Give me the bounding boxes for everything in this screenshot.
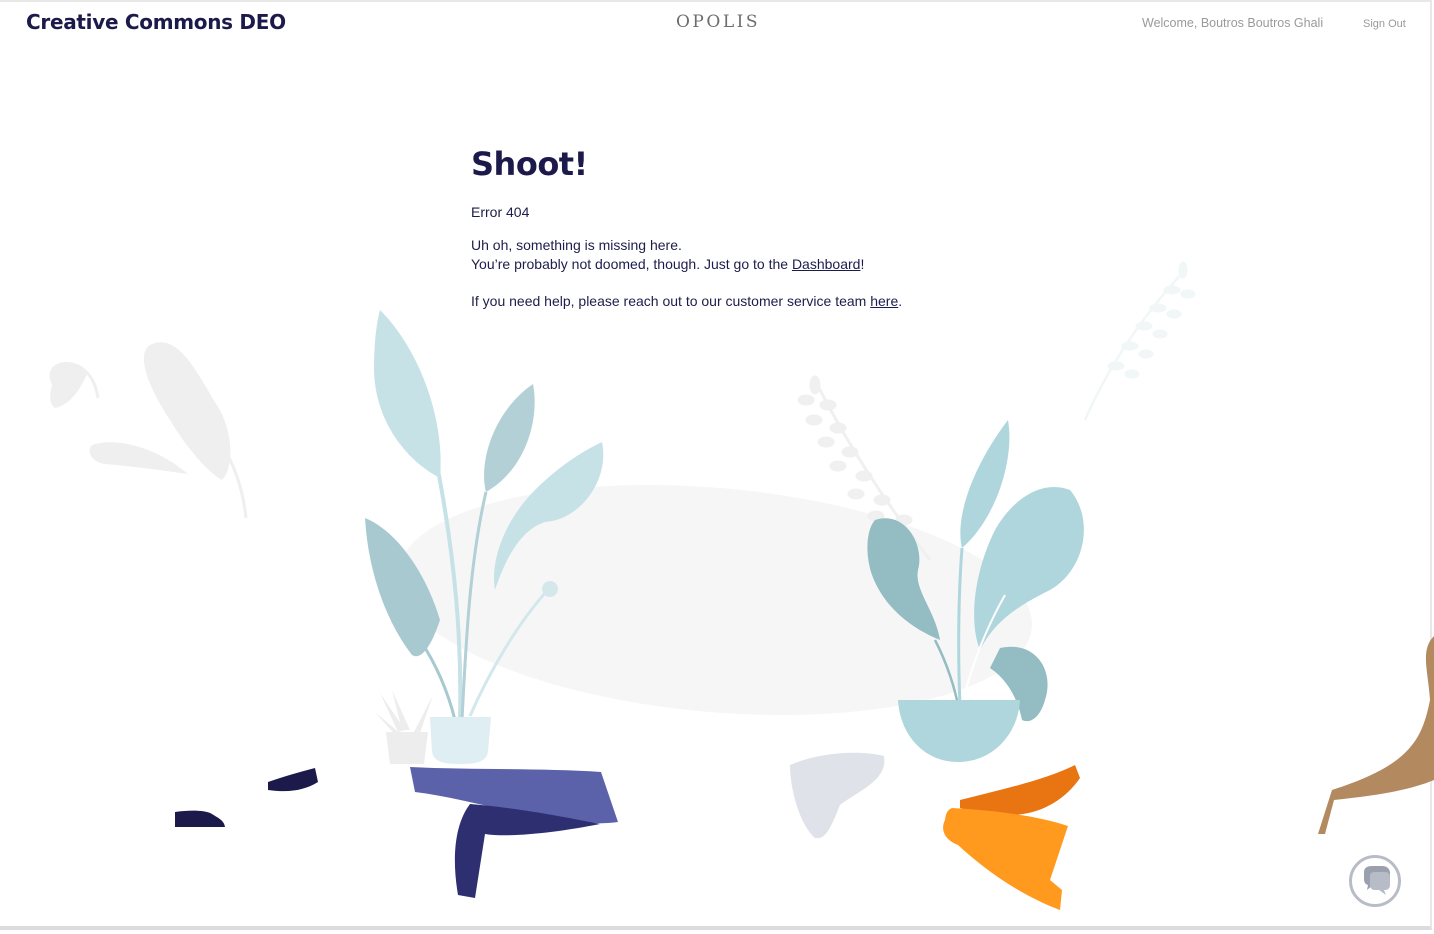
dashboard-message: You’re probably not doomed, though. Just…: [471, 255, 1031, 274]
sitting-person-purple: [175, 767, 618, 898]
tall-plant-pot: [430, 717, 491, 764]
chat-bubbles-icon: [1364, 866, 1390, 895]
missing-message: Uh oh, something is missing here.: [471, 237, 682, 253]
help-message: If you need help, please reach out to ou…: [471, 292, 1031, 311]
error-title: Shoot!: [471, 145, 588, 183]
help-message-prefix: If you need help, please reach out to ou…: [471, 293, 871, 309]
ghost-rock: [790, 752, 885, 839]
error-content: Shoot! Error 404 Uh oh, something is mis…: [471, 145, 1031, 311]
ghost-leaves-left: [49, 342, 248, 519]
ghost-sprig-right: [1083, 261, 1196, 421]
dashboard-message-prefix: You’re probably not doomed, though. Just…: [471, 256, 792, 272]
plants-illustration: [49, 261, 1434, 910]
dashboard-link[interactable]: Dashboard: [792, 256, 861, 272]
arm-right: [1318, 636, 1434, 834]
error-code: Error 404: [471, 204, 530, 220]
help-message-suffix: .: [898, 293, 903, 309]
backdrop-blob: [398, 485, 1032, 715]
dashboard-message-suffix: !: [860, 256, 865, 272]
chat-button[interactable]: [1349, 855, 1401, 907]
help-link[interactable]: here: [870, 293, 898, 309]
small-ghost-plant: [375, 690, 433, 764]
sitting-person-orange: [943, 765, 1080, 910]
